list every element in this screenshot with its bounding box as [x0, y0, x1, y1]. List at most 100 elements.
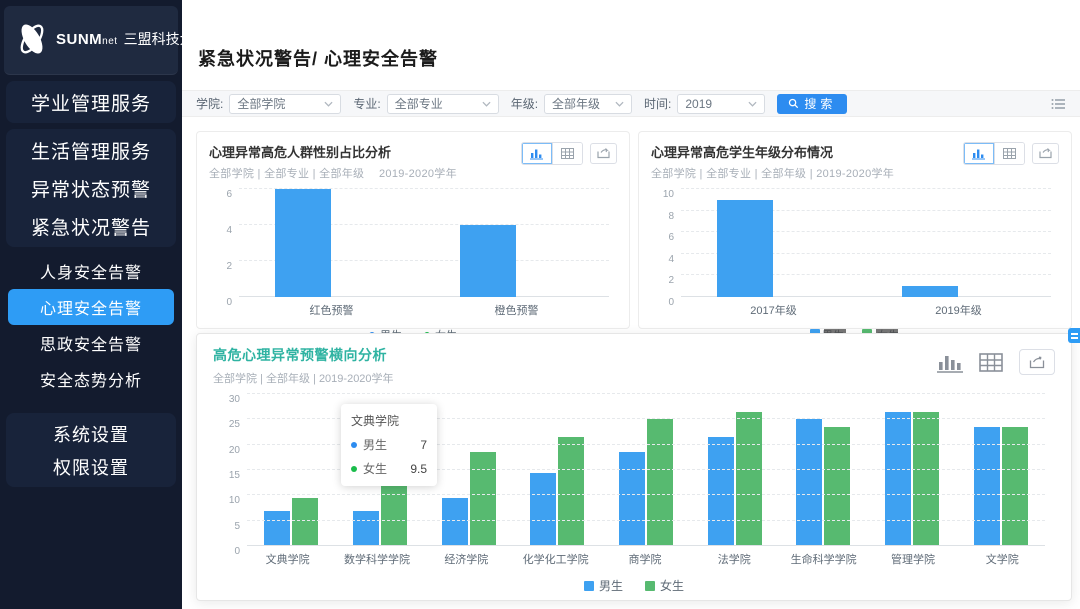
- bar[interactable]: [796, 419, 822, 546]
- bar-group: [690, 394, 779, 546]
- search-button[interactable]: 搜索: [777, 94, 847, 114]
- list-view-icon[interactable]: [1051, 98, 1066, 110]
- filter-label: 学院:: [196, 95, 223, 112]
- time-select[interactable]: 2019: [677, 94, 765, 114]
- bar-group: [956, 394, 1045, 546]
- bar[interactable]: [913, 412, 939, 546]
- x-axis-label: 文典学院: [243, 551, 332, 567]
- bar[interactable]: [974, 427, 1000, 546]
- legend-item[interactable]: 男生: [584, 577, 623, 594]
- tooltip-title: 文典学院: [351, 412, 427, 429]
- chevron-down-icon: [324, 101, 333, 107]
- page-title: 紧急状况警告/ 心理安全告警: [198, 45, 438, 71]
- export-button[interactable]: [1032, 143, 1059, 164]
- x-axis-label: 商学院: [600, 551, 689, 567]
- bar[interactable]: [717, 200, 773, 297]
- filter-major: 专业: 全部专业: [353, 94, 498, 114]
- nav-panel-top: 学业管理服务: [6, 81, 176, 123]
- chart-view-button[interactable]: [522, 143, 552, 164]
- sidebar-item-academic[interactable]: 学业管理服务: [6, 83, 176, 121]
- gridline: [247, 494, 1045, 495]
- tooltip-row: 女生 9.5: [351, 460, 427, 477]
- filter-label: 年级:: [511, 95, 538, 112]
- chart-view-button[interactable]: [937, 351, 963, 373]
- sidebar-subitem-ideological-safety[interactable]: 思政安全告警: [8, 325, 174, 361]
- legend-marker-icon: [645, 581, 655, 591]
- nav-panel-main: 生活管理服务 异常状态预警 紧急状况警告: [6, 129, 176, 247]
- bar[interactable]: [264, 511, 290, 546]
- gridline: [247, 520, 1045, 521]
- sidebar-subitem-personal-safety[interactable]: 人身安全告警: [8, 253, 174, 289]
- table-view-button[interactable]: [552, 143, 582, 164]
- filter-label: 专业:: [353, 95, 380, 112]
- filter-grade: 年级: 全部年级: [511, 94, 632, 114]
- major-select[interactable]: 全部专业: [387, 94, 499, 114]
- chart-view-button[interactable]: [964, 143, 994, 164]
- sidebar-item-permission-settings[interactable]: 权限设置: [6, 450, 176, 483]
- main-area: 紧急状况警告/ 心理安全告警 学院: 全部学院 专业: 全部专业 年级:: [182, 0, 1080, 609]
- tooltip-series-name: 女生: [363, 460, 387, 477]
- app: SUNMnet 三盟科技大学 学业管理服务 生活管理服务 异常状态预警 紧急状况…: [0, 0, 1080, 609]
- bar-group: [239, 189, 424, 297]
- x-axis-label: 数学科学学院: [332, 551, 421, 567]
- bar[interactable]: [470, 452, 496, 546]
- sidebar: SUNMnet 三盟科技大学 学业管理服务 生活管理服务 异常状态预警 紧急状况…: [0, 0, 182, 609]
- chart-card-grade-distribution: 心理异常高危学生年级分布情况 全部学院 | 全部专业 | 全部年级 | 2019…: [638, 131, 1072, 329]
- bar-group: [424, 189, 609, 297]
- sidebar-item-system-settings[interactable]: 系统设置: [6, 417, 176, 450]
- legend: 男生 女生: [213, 577, 1055, 594]
- bar-chart-icon: [937, 351, 963, 373]
- sidebar-item-emergency[interactable]: 紧急状况警告: [6, 207, 176, 245]
- edge-drag-handle[interactable]: [1068, 328, 1080, 343]
- export-button[interactable]: [590, 143, 617, 164]
- bar[interactable]: [647, 419, 673, 546]
- chart-title: 高危心理异常预警横向分析: [213, 345, 394, 365]
- bar[interactable]: [736, 412, 762, 546]
- x-axis-label: 管理学院: [868, 551, 957, 567]
- export-button[interactable]: [1019, 349, 1055, 375]
- x-axis-label: 2019年级: [866, 302, 1051, 318]
- legend-item[interactable]: 女生: [645, 577, 684, 594]
- brand-name: SUNMnet: [56, 31, 118, 48]
- chart-subtitle: 全部学院 | 全部年级 | 2019-2020学年: [213, 370, 394, 386]
- bar[interactable]: [275, 189, 331, 297]
- x-axis: 文典学院数学科学学院经济学院化学化工学院商学院法学院生命科学学院管理学院文学院: [243, 551, 1047, 567]
- chart-title: 心理异常高危人群性别占比分析: [209, 142, 457, 161]
- x-axis: 红色预警橙色预警: [239, 302, 609, 318]
- x-axis-label: 橙色预警: [424, 302, 609, 318]
- bars-layer: [681, 189, 1051, 297]
- gridline: [247, 545, 1045, 546]
- bar[interactable]: [460, 225, 516, 297]
- bar[interactable]: [353, 511, 379, 546]
- bar[interactable]: [902, 286, 958, 297]
- sidebar-subitem-security-trend[interactable]: 安全态势分析: [8, 361, 174, 397]
- legend-label: 女生: [660, 577, 684, 594]
- sidebar-subitem-psychological-safety[interactable]: 心理安全告警: [8, 289, 174, 325]
- bar[interactable]: [558, 437, 584, 546]
- bar[interactable]: [442, 498, 468, 546]
- x-axis-label: 经济学院: [422, 551, 511, 567]
- sidebar-item-life[interactable]: 生活管理服务: [6, 131, 176, 169]
- bar[interactable]: [885, 412, 911, 546]
- plot-area: 0246810: [681, 189, 1051, 297]
- bar[interactable]: [708, 437, 734, 546]
- grade-select[interactable]: 全部年级: [544, 94, 632, 114]
- settings-panel: 系统设置 权限设置: [6, 413, 176, 487]
- male-dot-icon: [351, 442, 357, 448]
- bar[interactable]: [619, 452, 645, 546]
- search-icon: [788, 98, 799, 109]
- sidebar-item-abnormal[interactable]: 异常状态预警: [6, 169, 176, 207]
- table-view-button[interactable]: [979, 353, 1003, 372]
- bar[interactable]: [824, 427, 850, 546]
- table-icon: [1003, 148, 1016, 159]
- horizontal-analysis-chart: 文典学院 男生 7 女生 9.5 05: [213, 394, 1055, 594]
- bar[interactable]: [1002, 427, 1028, 546]
- bar[interactable]: [292, 498, 318, 546]
- x-axis-label: 红色预警: [239, 302, 424, 318]
- table-view-button[interactable]: [994, 143, 1024, 164]
- page-header: 紧急状况警告/ 心理安全告警: [182, 0, 1080, 90]
- college-select[interactable]: 全部学院: [229, 94, 341, 114]
- content: 心理异常高危人群性别占比分析 全部学院 | 全部专业 | 全部年级 2019-2…: [182, 117, 1080, 609]
- brand-university: 三盟科技大学: [124, 29, 208, 49]
- bar[interactable]: [530, 473, 556, 546]
